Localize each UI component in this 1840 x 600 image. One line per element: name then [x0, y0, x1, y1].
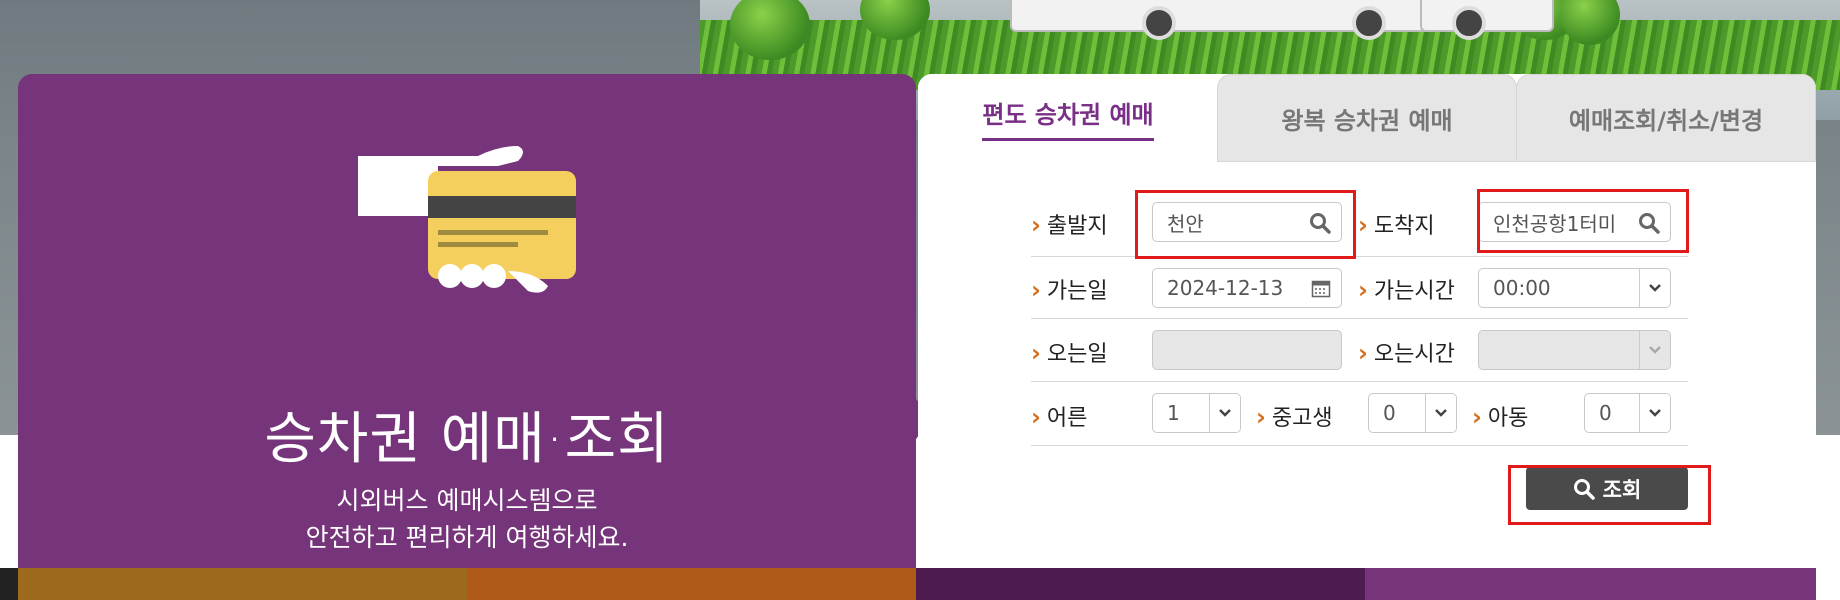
magnifier-icon — [1573, 478, 1595, 500]
go-time-label: 가는시간 — [1358, 273, 1455, 305]
return-date-input — [1152, 330, 1342, 370]
bar-segment — [1816, 568, 1840, 600]
arrival-label: 도착지 — [1358, 208, 1435, 240]
chevron-down-icon[interactable] — [1209, 394, 1240, 432]
go-date-label: 가는일 — [1031, 273, 1108, 305]
bar-segment — [916, 568, 1365, 600]
tab-label: 왕복 승차권 예매 — [1281, 106, 1453, 135]
page-title: 승차권 예매·조회 — [264, 407, 670, 472]
info-panel: 승차권 예매·조회 시외버스 예매시스템으로 안전하고 편리하게 여행하세요. — [18, 74, 932, 568]
search-button[interactable]: 조회 — [1526, 467, 1688, 510]
tab-round-trip[interactable]: 왕복 승차권 예매 — [1217, 74, 1517, 162]
tab-one-way[interactable]: 편도 승차권 예매 — [918, 74, 1218, 162]
ticket-hand-illustration — [358, 146, 576, 293]
calendar-icon[interactable] — [1311, 278, 1331, 298]
child-count-value: 0 — [1599, 401, 1612, 425]
bar-segment — [18, 568, 467, 600]
bar-segment — [0, 568, 18, 600]
go-date-input[interactable]: 2024-12-13 — [1152, 268, 1342, 308]
chevron-down-icon — [1639, 331, 1670, 369]
wheel-shape — [1352, 6, 1386, 40]
teen-count-value: 0 — [1383, 401, 1396, 425]
tab-label: 예매조회/취소/변경 — [1568, 106, 1764, 135]
bus-illustration — [1420, 0, 1554, 40]
wheel-shape — [1142, 6, 1176, 40]
bus-illustration — [1010, 0, 1434, 40]
chevron-down-icon[interactable] — [1639, 269, 1670, 307]
child-label: 아동 — [1472, 400, 1528, 432]
tab-bar: 편도 승차권 예매 왕복 승차권 예매 예매조회/취소/변경 — [918, 74, 1816, 164]
adult-count-value: 1 — [1167, 401, 1180, 425]
return-date-label: 오는일 — [1031, 336, 1108, 368]
teen-label: 중고생 — [1256, 400, 1333, 432]
bottom-color-bars — [0, 568, 1840, 600]
return-time-select — [1478, 330, 1671, 370]
return-time-label: 오는시간 — [1358, 336, 1455, 368]
wheel-shape — [1452, 6, 1486, 40]
adult-label: 어른 — [1031, 400, 1087, 432]
departure-label: 출발지 — [1031, 208, 1108, 240]
tab-label: 편도 승차권 예매 — [982, 95, 1154, 141]
chevron-down-icon[interactable] — [1639, 394, 1670, 432]
teen-count-select[interactable]: 0 — [1368, 393, 1457, 433]
child-count-select[interactable]: 0 — [1584, 393, 1671, 433]
go-time-select[interactable]: 00:00 — [1478, 268, 1671, 308]
search-button-label: 조회 — [1602, 477, 1642, 502]
bar-segment — [467, 568, 916, 600]
go-date-value: 2024-12-13 — [1167, 276, 1284, 300]
adult-count-select[interactable]: 1 — [1152, 393, 1241, 433]
chevron-down-icon[interactable] — [1425, 394, 1456, 432]
tab-inquiry-cancel[interactable]: 예매조회/취소/변경 — [1516, 74, 1816, 162]
subtitle-line: 시외버스 예매시스템으로 — [336, 486, 598, 515]
arrival-value: 인천공항1터미 — [1493, 211, 1617, 236]
arrival-input[interactable]: 인천공항1터미 — [1478, 202, 1671, 242]
go-time-value: 00:00 — [1493, 276, 1551, 300]
departure-value: 천안 — [1167, 211, 1204, 236]
subtitle-line: 안전하고 편리하게 여행하세요. — [305, 523, 629, 552]
page-subtitle: 시외버스 예매시스템으로 안전하고 편리하게 여행하세요. — [18, 482, 916, 556]
bar-segment — [1365, 568, 1816, 600]
magnifier-icon[interactable] — [1638, 212, 1660, 234]
departure-input[interactable]: 천안 — [1152, 202, 1342, 242]
magnifier-icon[interactable] — [1309, 212, 1331, 234]
